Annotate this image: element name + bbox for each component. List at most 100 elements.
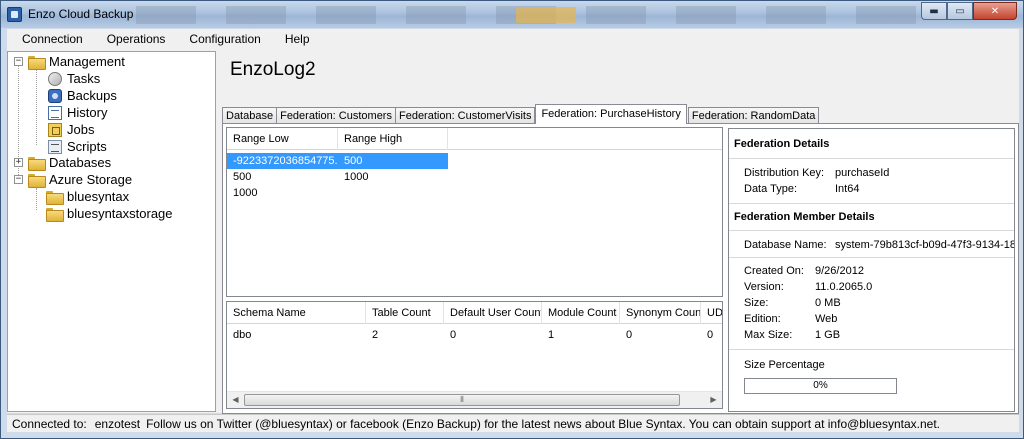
tab-federation-customervisits[interactable]: Federation: CustomerVisits bbox=[394, 107, 536, 124]
close-button[interactable]: ✕ bbox=[973, 2, 1017, 20]
database-name-value: system-79b813cf-b09d-47f3-9134-1832c8 bbox=[835, 239, 1014, 251]
expander-management[interactable]: − bbox=[14, 57, 23, 66]
scroll-right-icon[interactable]: ▶ bbox=[705, 392, 722, 408]
section-divider bbox=[729, 230, 1014, 231]
tree-item-label: History bbox=[67, 105, 108, 120]
table-row[interactable]: 1000 bbox=[227, 185, 448, 201]
tree-item-bluesyntaxstorage[interactable]: bluesyntaxstorage bbox=[46, 205, 173, 222]
menu-operations[interactable]: Operations bbox=[92, 32, 175, 46]
scroll-thumb[interactable]: ⦀ bbox=[244, 394, 680, 406]
column-header-range-low[interactable]: Range Low bbox=[227, 128, 338, 150]
tree-item-tasks[interactable]: Tasks bbox=[48, 70, 100, 87]
cell-default-user-count: 0 bbox=[450, 329, 457, 341]
tree-item-label: Jobs bbox=[67, 122, 95, 137]
ranges-grid[interactable]: Range Low Range High -9223372036854775..… bbox=[226, 127, 723, 297]
menu-configuration[interactable]: Configuration bbox=[174, 32, 269, 46]
folder-icon bbox=[28, 173, 46, 188]
minimize-button[interactable]: ▬ bbox=[921, 2, 947, 20]
tab-federation-customers[interactable]: Federation: Customers bbox=[276, 107, 396, 124]
version-label: Version: bbox=[744, 281, 784, 293]
section-divider bbox=[729, 349, 1014, 350]
background-highlight bbox=[516, 7, 576, 23]
tab-database[interactable]: Database bbox=[222, 107, 278, 124]
max-size-value: 1 GB bbox=[815, 329, 841, 341]
cell-range-high: 1000 bbox=[344, 171, 369, 183]
column-header-schema-name[interactable]: Schema Name bbox=[227, 302, 366, 324]
ranges-grid-header: Range Low Range High bbox=[227, 128, 722, 150]
cell-module-count: 1 bbox=[548, 329, 555, 341]
tree-connector bbox=[36, 188, 37, 210]
horizontal-scrollbar[interactable]: ◀ ⦀ ▶ bbox=[227, 391, 722, 408]
folder-icon bbox=[28, 55, 46, 70]
tree-item-backups[interactable]: Backups bbox=[48, 87, 117, 104]
window-controls: ▬ ▭ ✕ bbox=[921, 2, 1017, 20]
table-row[interactable]: -9223372036854775... 500 bbox=[227, 153, 448, 169]
column-header-range-high[interactable]: Range High bbox=[338, 128, 448, 150]
expander-azure-storage[interactable]: − bbox=[14, 175, 23, 184]
history-icon bbox=[48, 105, 62, 120]
tree-item-azure-storage[interactable]: Azure Storage bbox=[28, 171, 132, 188]
version-value: 11.0.2065.0 bbox=[815, 281, 873, 293]
menu-connection[interactable]: Connection bbox=[7, 32, 92, 46]
tree-item-management[interactable]: Management bbox=[28, 53, 125, 70]
cell-synonym-count: 0 bbox=[626, 329, 633, 341]
scroll-left-icon[interactable]: ◀ bbox=[227, 392, 244, 408]
tree-item-label: Scripts bbox=[67, 139, 107, 154]
menu-help[interactable]: Help bbox=[270, 32, 319, 46]
tree-item-scripts[interactable]: Scripts bbox=[48, 138, 107, 155]
tree-item-history[interactable]: History bbox=[48, 104, 107, 121]
title-bar[interactable]: Enzo Cloud Backup ▬ ▭ ✕ bbox=[1, 1, 1023, 28]
cell-table-count: 2 bbox=[372, 329, 379, 341]
app-icon bbox=[7, 7, 22, 22]
maximize-button[interactable]: ▭ bbox=[947, 2, 973, 20]
status-message: Follow us on Twitter (@bluesyntax) or fa… bbox=[146, 416, 941, 431]
tree-item-label: Azure Storage bbox=[49, 172, 133, 187]
client-area: − Management Tasks Backups History Jobs bbox=[7, 49, 1019, 414]
tree-connector bbox=[36, 70, 37, 145]
tree-item-label: Tasks bbox=[67, 71, 101, 86]
cell-range-high: 500 bbox=[338, 153, 448, 169]
cell-range-high bbox=[338, 185, 448, 201]
tab-federation-randomdata[interactable]: Federation: RandomData bbox=[687, 107, 820, 124]
size-percentage-text: 0% bbox=[813, 380, 828, 391]
table-row[interactable]: 500 1000 bbox=[227, 169, 448, 185]
tree-item-databases[interactable]: Databases bbox=[28, 154, 111, 171]
tree-item-label: bluesyntaxstorage bbox=[67, 206, 173, 221]
menu-bar: Connection Operations Configuration Help bbox=[7, 29, 1019, 49]
tree-item-label: Backups bbox=[67, 88, 117, 103]
column-header-table-count[interactable]: Table Count bbox=[366, 302, 444, 324]
schema-grid[interactable]: Schema Name Table Count Default User Cou… bbox=[226, 301, 723, 409]
edition-value: Web bbox=[815, 313, 838, 325]
column-header-module-count[interactable]: Module Count bbox=[542, 302, 620, 324]
status-bar: Connected to: enzotest Follow us on Twit… bbox=[7, 414, 1019, 432]
size-percentage-label: Size Percentage bbox=[744, 359, 825, 371]
section-divider bbox=[729, 158, 1014, 159]
column-header-synonym-count[interactable]: Synonym Count bbox=[620, 302, 701, 324]
tree-item-bluesyntax[interactable]: bluesyntax bbox=[46, 188, 129, 205]
tree-item-label: bluesyntax bbox=[67, 189, 130, 204]
navigation-tree[interactable]: − Management Tasks Backups History Jobs bbox=[7, 51, 216, 412]
distribution-key-value: purchaseId bbox=[835, 167, 890, 179]
database-name-label: Database Name: bbox=[744, 239, 827, 251]
section-divider bbox=[729, 203, 1014, 204]
data-type-label: Data Type: bbox=[744, 183, 797, 195]
tree-item-label: Databases bbox=[49, 155, 112, 170]
column-header-default-user-count[interactable]: Default User Count bbox=[444, 302, 542, 324]
edition-label: Edition: bbox=[744, 313, 781, 325]
schema-grid-header: Schema Name Table Count Default User Cou… bbox=[227, 302, 722, 324]
tree-item-jobs[interactable]: Jobs bbox=[48, 121, 94, 138]
expander-databases[interactable]: + bbox=[14, 158, 23, 167]
distribution-key-label: Distribution Key: bbox=[744, 167, 825, 179]
federation-details-title: Federation Details bbox=[734, 138, 830, 150]
cell-range-low: -9223372036854775... bbox=[227, 153, 338, 169]
tree-item-label: Management bbox=[49, 54, 125, 69]
table-row[interactable]: dbo 2 0 1 0 0 bbox=[227, 327, 722, 343]
column-header-ud[interactable]: UD bbox=[701, 302, 722, 324]
created-on-value: 9/26/2012 bbox=[815, 265, 864, 277]
status-connected-label: Connected to: bbox=[12, 416, 87, 431]
backups-icon bbox=[48, 88, 62, 103]
cell-ud: 0 bbox=[707, 329, 714, 341]
data-type-value: Int64 bbox=[835, 183, 860, 195]
cell-schema-name: dbo bbox=[233, 329, 252, 341]
tab-federation-purchasehistory[interactable]: Federation: PurchaseHistory bbox=[535, 104, 687, 124]
